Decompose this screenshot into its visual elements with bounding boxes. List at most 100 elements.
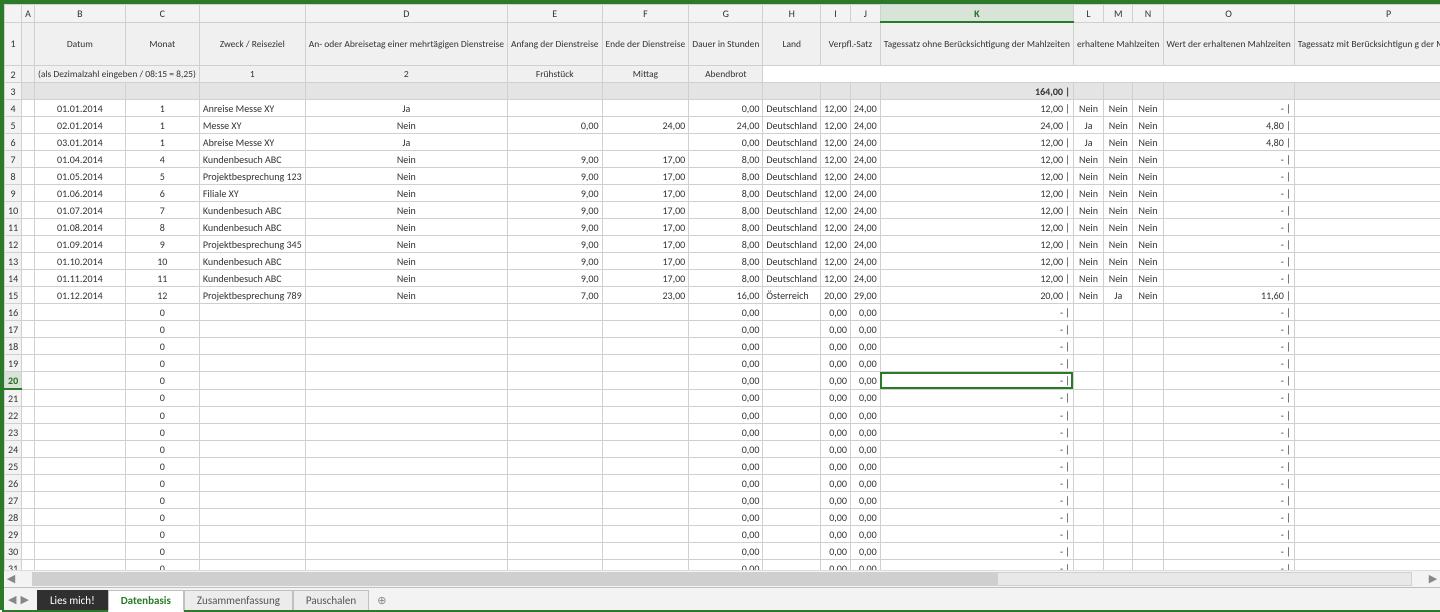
cell-A8[interactable] (22, 168, 35, 185)
cell-F31[interactable] (602, 560, 689, 571)
cell-L22[interactable] (1073, 407, 1103, 424)
cell-K27[interactable]: - | (880, 492, 1073, 509)
totals-cell[interactable] (34, 83, 125, 100)
cell-C27[interactable]: Kundenbesuch ABC (199, 151, 305, 168)
cell-N23[interactable] (1133, 424, 1163, 441)
cell-A4[interactable] (22, 100, 35, 117)
cell-A27[interactable] (22, 492, 35, 509)
cell-E29[interactable] (507, 526, 602, 543)
cell-C13[interactable]: 10 (125, 253, 199, 270)
cell-G8[interactable]: 8,00 (689, 168, 763, 185)
cell-J5[interactable]: 24,00 (850, 117, 880, 134)
cell-F9[interactable]: 17,00 (602, 185, 689, 202)
tab-nav-next-icon[interactable]: ▶ (20, 593, 28, 606)
cell-K16[interactable]: - | (880, 304, 1073, 321)
cell-D13[interactable]: Nein (305, 253, 507, 270)
cell-B12[interactable]: 01.09.2014 (34, 236, 125, 253)
cell-D6[interactable]: Ja (305, 134, 507, 151)
cell-A30[interactable] (22, 543, 35, 560)
cell-C24[interactable]: 0 (125, 441, 199, 458)
cell-G12[interactable]: 8,00 (689, 236, 763, 253)
totals-cell[interactable] (1133, 83, 1163, 100)
cell-J27[interactable]: 0,00 (850, 492, 880, 509)
cell-N31[interactable] (1133, 560, 1163, 571)
cell-G31[interactable]: 0,00 (689, 560, 763, 571)
cell-N9[interactable]: Nein (1133, 185, 1163, 202)
cell-O25[interactable]: - | (1163, 458, 1294, 475)
cell-D21[interactable] (305, 389, 507, 407)
cell-O4[interactable]: - | (1163, 100, 1294, 117)
cell-C20[interactable]: 0 (125, 372, 199, 390)
cell-G6[interactable]: 0,00 (689, 134, 763, 151)
cell-F13[interactable]: 17,00 (602, 253, 689, 270)
cell-B27[interactable] (34, 492, 125, 509)
cell-J23[interactable]: 0,00 (850, 424, 880, 441)
row-header-28[interactable]: 28 (5, 509, 22, 526)
cell-C225[interactable] (199, 458, 305, 475)
cell-A14[interactable] (22, 270, 35, 287)
cell-K24[interactable]: - | (880, 441, 1073, 458)
cell-L7[interactable]: Nein (1073, 151, 1103, 168)
cell-E18[interactable] (507, 338, 602, 355)
column-header-F[interactable]: F (602, 5, 689, 23)
cell-P21[interactable]: - | (1294, 389, 1440, 407)
cell-A21[interactable] (22, 389, 35, 407)
cell-O27[interactable]: - | (1163, 492, 1294, 509)
cell-L20[interactable] (1073, 372, 1103, 390)
cell-N16[interactable] (1133, 304, 1163, 321)
cell-H24[interactable] (763, 441, 821, 458)
cell-L12[interactable]: Nein (1073, 236, 1103, 253)
cell-P25[interactable]: - | (1294, 458, 1440, 475)
cell-C31[interactable]: 0 (125, 560, 199, 571)
totals-cell[interactable] (821, 83, 851, 100)
cell-P29[interactable]: - | (1294, 526, 1440, 543)
cell-K8[interactable]: 12,00 | (880, 168, 1073, 185)
cell-C24[interactable]: Anreise Messe XY (199, 100, 305, 117)
cell-F27[interactable] (602, 492, 689, 509)
cell-P22[interactable]: - | (1294, 407, 1440, 424)
cell-E13[interactable]: 9,00 (507, 253, 602, 270)
cell-M17[interactable] (1104, 321, 1133, 338)
cell-B13[interactable]: 01.10.2014 (34, 253, 125, 270)
cell-M28[interactable] (1104, 509, 1133, 526)
cell-C22[interactable]: 0 (125, 407, 199, 424)
cell-N14[interactable]: Nein (1133, 270, 1163, 287)
cell-I20[interactable]: 0,00 (821, 372, 851, 390)
cell-I23[interactable]: 0,00 (821, 424, 851, 441)
cell-C218[interactable] (199, 338, 305, 355)
cell-A16[interactable] (22, 304, 35, 321)
cell-M31[interactable] (1104, 560, 1133, 571)
totals-cell[interactable] (763, 83, 821, 100)
cell-L9[interactable]: Nein (1073, 185, 1103, 202)
cell-N20[interactable] (1133, 372, 1163, 390)
cell-F26[interactable] (602, 475, 689, 492)
row-header-15[interactable]: 15 (5, 287, 22, 304)
cell-C226[interactable] (199, 475, 305, 492)
cell-L19[interactable] (1073, 355, 1103, 372)
scroll-track[interactable] (32, 572, 1412, 586)
cell-O30[interactable]: - | (1163, 543, 1294, 560)
cell-C221[interactable] (199, 389, 305, 407)
cell-K18[interactable]: - | (880, 338, 1073, 355)
horizontal-scrollbar[interactable]: ◀ ▶ (4, 570, 1440, 587)
cell-F7[interactable]: 17,00 (602, 151, 689, 168)
cell-L24[interactable] (1073, 441, 1103, 458)
cell-L23[interactable] (1073, 424, 1103, 441)
cell-B7[interactable]: 01.04.2014 (34, 151, 125, 168)
cell-B17[interactable] (34, 321, 125, 338)
cell-J12[interactable]: 24,00 (850, 236, 880, 253)
cell-E9[interactable]: 9,00 (507, 185, 602, 202)
cell-J31[interactable]: 0,00 (850, 560, 880, 571)
cell-D25[interactable] (305, 458, 507, 475)
cell-M27[interactable] (1104, 492, 1133, 509)
cell-M24[interactable] (1104, 441, 1133, 458)
row-header-1[interactable]: 1 (5, 22, 22, 66)
cell-O21[interactable]: - | (1163, 389, 1294, 407)
cell-I31[interactable]: 0,00 (821, 560, 851, 571)
cell-M4[interactable]: Nein (1104, 100, 1133, 117)
cell-J18[interactable]: 0,00 (850, 338, 880, 355)
cell-I28[interactable]: 0,00 (821, 509, 851, 526)
cell-K22[interactable]: - | (880, 407, 1073, 424)
totals-cell[interactable]: 164,00 | (880, 83, 1073, 100)
row-header-23[interactable]: 23 (5, 424, 22, 441)
